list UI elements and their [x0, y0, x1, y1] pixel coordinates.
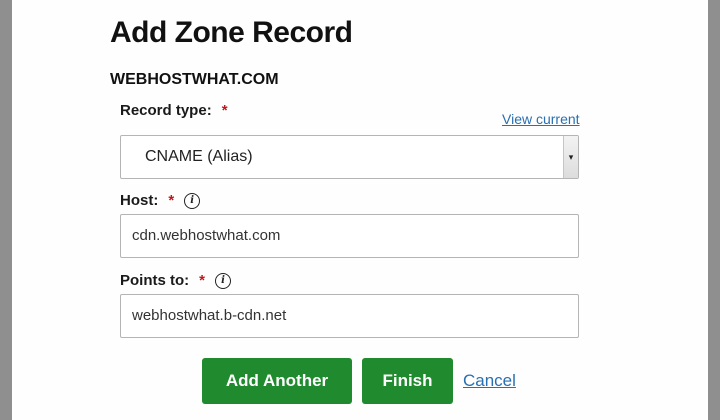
modal-backdrop-left: [0, 0, 12, 420]
host-label: Host: * i: [120, 192, 201, 209]
record-type-select[interactable]: CNAME (Alias) ▾: [120, 135, 579, 179]
points-to-input-value: webhostwhat.b-cdn.net: [132, 307, 287, 324]
required-asterisk: *: [199, 272, 205, 289]
points-to-label: Points to: * i: [120, 272, 231, 289]
chevron-down-icon[interactable]: ▾: [563, 136, 578, 178]
host-label-text: Host:: [120, 192, 159, 209]
dialog-title: Add Zone Record: [110, 16, 353, 49]
cancel-link[interactable]: Cancel: [463, 371, 516, 391]
finish-button[interactable]: Finish: [362, 358, 453, 404]
record-type-label: Record type: *: [120, 102, 228, 119]
host-input-value: cdn.webhostwhat.com: [132, 227, 281, 244]
required-asterisk: *: [221, 102, 228, 119]
record-type-selected-value: CNAME (Alias): [145, 148, 253, 165]
info-icon[interactable]: i: [215, 272, 231, 289]
modal-backdrop-right: [708, 0, 720, 420]
required-asterisk: *: [168, 192, 175, 209]
view-current-link[interactable]: View current: [502, 111, 580, 127]
domain-name: WEBHOSTWHAT.COM: [110, 71, 279, 88]
host-input[interactable]: cdn.webhostwhat.com: [120, 214, 579, 258]
points-to-label-text: Points to:: [120, 272, 190, 289]
add-zone-record-dialog: Add Zone Record WEBHOSTWHAT.COM Record t…: [12, 0, 708, 420]
points-to-input[interactable]: webhostwhat.b-cdn.net: [120, 294, 579, 338]
add-another-button[interactable]: Add Another: [202, 358, 352, 404]
record-type-label-text: Record type:: [120, 102, 212, 119]
info-icon[interactable]: i: [184, 192, 201, 209]
